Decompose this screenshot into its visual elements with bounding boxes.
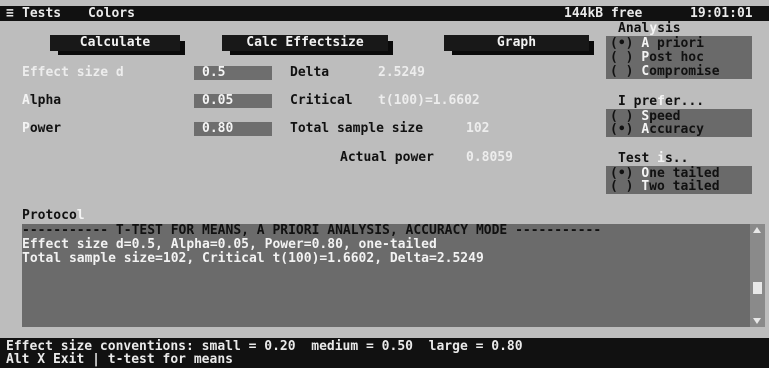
- option-hotkey: C: [641, 64, 650, 79]
- option-hotkey: A: [641, 36, 650, 51]
- test-group: (•) One tailed ( ) Two tailed: [606, 166, 752, 194]
- calculate-button[interactable]: Calculate: [50, 35, 185, 55]
- alpha-label-text: lpha: [29, 93, 62, 108]
- prefer-group: ( ) Speed (•) Accuracy: [606, 109, 752, 137]
- delta-value: 2.5249: [378, 65, 425, 80]
- total-sample-size-label: Total sample size: [290, 121, 424, 136]
- analysis-title: Analysis: [618, 22, 681, 36]
- memory-status: 144kB free: [564, 6, 643, 21]
- test-title-c: s..: [664, 151, 689, 166]
- radio-a-priori[interactable]: (•) A priori: [610, 37, 704, 50]
- option-label: wo tailed: [649, 179, 720, 194]
- protocol-line: Effect size d=0.5, Alpha=0.05, Power=0.8…: [22, 237, 437, 252]
- radio-mark: ( ): [610, 179, 634, 194]
- total-sample-size-value: 102: [466, 121, 490, 136]
- critical-label: Critical: [290, 93, 353, 108]
- calculate-button-label: Calculate: [50, 35, 180, 51]
- option-hotkey: A: [641, 122, 650, 137]
- protocol-output[interactable]: ----------- T-TEST FOR MEANS, A PRIORI A…: [22, 224, 765, 327]
- protocol-line: ----------- T-TEST FOR MEANS, A PRIORI A…: [22, 223, 602, 238]
- alpha-hotkey: A: [22, 93, 30, 108]
- actual-power-value: 0.8059: [466, 150, 513, 165]
- system-menu-icon[interactable]: ≡: [6, 7, 14, 21]
- protocol-line: Total sample size=102, Critical t(100)=1…: [22, 251, 484, 266]
- radio-post-hoc[interactable]: ( ) Post hoc: [610, 51, 704, 64]
- effect-size-label[interactable]: Effect size d: [22, 66, 124, 80]
- scroll-thumb[interactable]: [753, 282, 762, 294]
- menu-tests[interactable]: Tests: [22, 7, 61, 21]
- radio-compromise[interactable]: ( ) Compromise: [610, 65, 720, 78]
- actual-power-label: Actual power: [340, 150, 434, 165]
- option-label: ccuracy: [649, 122, 704, 137]
- menu-colors[interactable]: Colors: [88, 7, 135, 21]
- option-label: ompromise: [649, 64, 720, 79]
- option-label: priori: [649, 36, 704, 51]
- graph-button[interactable]: Graph: [444, 35, 594, 55]
- power-hotkey: P: [22, 121, 30, 136]
- option-label: ost hoc: [649, 50, 704, 65]
- delta-label: Delta: [290, 65, 330, 80]
- alpha-input[interactable]: 0.05: [194, 94, 272, 108]
- prefer-title-a: I pre: [618, 94, 658, 109]
- radio-mark: ( ): [610, 50, 634, 65]
- analysis-title-c: sis: [657, 21, 681, 36]
- power-input[interactable]: 0.80: [194, 122, 272, 136]
- protocol-title-a: Protoco: [22, 208, 77, 223]
- status-bar: Effect size conventions: small = 0.20 me…: [0, 338, 769, 368]
- radio-mark: (•): [610, 122, 634, 137]
- effect-size-input[interactable]: 0.5: [194, 66, 272, 80]
- radio-mark: ( ): [610, 64, 634, 79]
- analysis-title-a: Anal: [618, 21, 650, 36]
- option-hotkey: P: [641, 50, 650, 65]
- protocol-hotkey: l: [76, 208, 85, 223]
- prefer-hotkey: f: [657, 94, 665, 109]
- protocol-title: Protocol: [22, 209, 85, 223]
- analysis-group: (•) A priori ( ) Post hoc ( ) Compromise: [606, 36, 752, 79]
- scroll-down-arrow-icon[interactable]: [753, 318, 761, 324]
- test-title-a: Test: [618, 151, 658, 166]
- critical-value: t(100)=1.6602: [378, 93, 480, 108]
- prefer-title: I prefer...: [618, 95, 704, 109]
- protocol-scrollbar[interactable]: [750, 224, 765, 327]
- option-hotkey: T: [641, 179, 650, 194]
- app-screen: ≡ Tests Colors 144kB free 19:01:01 Calcu…: [0, 0, 769, 368]
- graph-button-label: Graph: [444, 35, 589, 51]
- prefer-title-c: er...: [664, 94, 705, 109]
- menu-bar: ≡ Tests Colors 144kB free 19:01:01: [0, 6, 769, 21]
- radio-mark: (•): [610, 36, 634, 51]
- test-title: Test is..: [618, 152, 688, 166]
- effect-size-label-text: ffect size d: [29, 65, 124, 80]
- radio-two-tailed[interactable]: ( ) Two tailed: [610, 180, 720, 193]
- test-hotkey: i: [657, 151, 665, 166]
- calc-effectsize-button[interactable]: Calc Effectsize: [222, 35, 393, 55]
- effect-size-hotkey: E: [22, 65, 30, 80]
- clock: 19:01:01: [690, 6, 753, 21]
- radio-accuracy[interactable]: (•) Accuracy: [610, 123, 704, 136]
- calc-effectsize-button-label: Calc Effectsize: [222, 35, 388, 51]
- power-label-text: ower: [29, 121, 62, 136]
- power-label[interactable]: Power: [22, 122, 61, 136]
- status-hint: Alt X Exit | t-test for means: [6, 352, 233, 367]
- alpha-label[interactable]: Alpha: [22, 94, 61, 108]
- analysis-hotkey: y: [649, 21, 658, 36]
- scroll-up-arrow-icon[interactable]: [753, 227, 761, 233]
